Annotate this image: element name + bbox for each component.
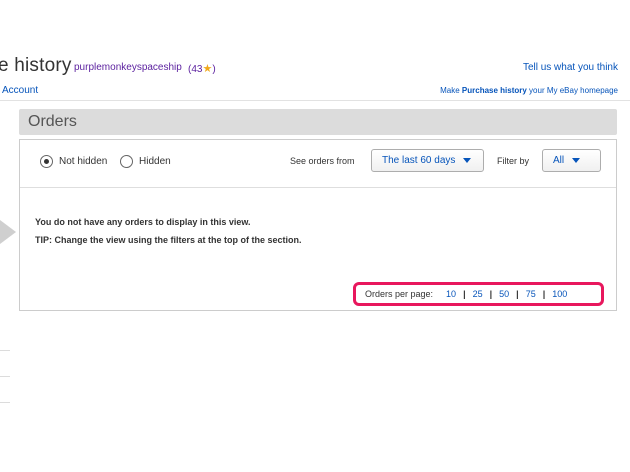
radio-not-hidden[interactable]: Not hidden [40,155,107,168]
radio-unchecked-icon[interactable] [120,155,133,168]
empty-message: You do not have any orders to display in… [35,217,251,227]
panel-divider [20,187,616,188]
filter-by-label: Filter by [497,156,530,166]
see-orders-label: See orders from [290,156,355,166]
make-prefix: Make [440,86,462,95]
per-page-option-50[interactable]: 50 [492,289,516,299]
filter-dropdown[interactable]: All [542,149,601,172]
make-bold: Purchase history [461,86,527,95]
orders-section-header: Orders [19,109,617,135]
radio-checked-icon[interactable] [40,155,53,168]
tip-message: TIP: Change the view using the filters a… [35,235,302,245]
radio-hidden[interactable]: Hidden [120,155,171,168]
feedback-open: (43 [188,64,203,75]
feedback-score[interactable]: (43★) [188,62,216,75]
filter-value: All [553,155,565,166]
tell-us-link[interactable]: Tell us what you think [523,62,618,73]
left-divider [0,350,10,351]
make-homepage-link[interactable]: Make Purchase history your My eBay homep… [440,86,618,95]
per-page-label: Orders per page: [365,289,434,299]
per-page-option-100[interactable]: 100 [545,289,574,299]
section-title: Orders [28,113,77,130]
orders-per-page: Orders per page: 10 | 25 | 50 | 75 | 100 [353,282,604,306]
period-dropdown[interactable]: The last 60 days [371,149,484,172]
make-suffix: your My eBay homepage [526,86,618,95]
radio-label: Not hidden [59,156,108,167]
per-page-option-75[interactable]: 75 [519,289,543,299]
chevron-down-icon [463,158,472,163]
left-divider [0,376,10,377]
account-link[interactable]: Account [2,85,38,96]
per-page-option-10[interactable]: 10 [439,289,463,299]
period-value: The last 60 days [382,155,456,166]
star-icon: ★ [202,63,213,75]
orders-panel: Not hidden Hidden See orders from The la… [19,139,617,311]
selected-nav-arrow-icon [0,220,16,244]
per-page-option-25[interactable]: 25 [466,289,490,299]
left-divider [0,402,10,403]
feedback-close: ) [212,64,216,75]
page-title: e history [0,55,72,76]
radio-label: Hidden [139,156,171,167]
chevron-down-icon [572,158,581,163]
username-link[interactable]: purplemonkeyspaceship [74,62,182,73]
header-divider [0,100,630,101]
